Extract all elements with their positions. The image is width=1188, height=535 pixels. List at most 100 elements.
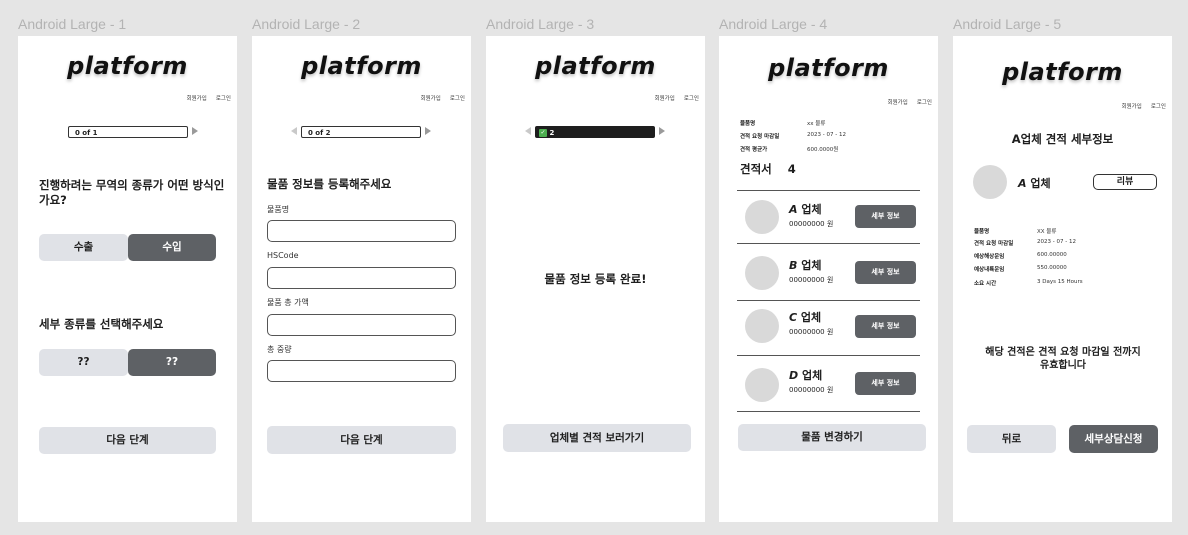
info-key: 물품명	[974, 229, 990, 235]
screen-item-info: platform 회원가입 로그인 0 of 2 물품 정보를 등록해주세요 물품…	[252, 36, 471, 522]
divider	[737, 355, 920, 356]
item-info-heading: 물품 정보를 등록해주세요	[267, 177, 392, 191]
detail-button[interactable]: 세부 정보	[855, 261, 916, 284]
progress-step: 2	[549, 129, 555, 137]
info-value: 550.00000	[1037, 265, 1067, 271]
info-value: 2023 - 07 - 12	[807, 132, 846, 138]
view-quotes-button[interactable]: 업체별 견적 보러가기	[503, 424, 691, 452]
logo: platform	[535, 52, 656, 80]
subtype-option-2[interactable]: ??	[128, 349, 216, 376]
next-arrow-icon[interactable]	[425, 127, 431, 135]
frame-label-2: Android Large - 2	[252, 16, 361, 32]
info-value: 2023 - 07 - 12	[1037, 239, 1076, 245]
vendor-price: 00000000 원	[789, 386, 834, 394]
item-name-input[interactable]	[267, 220, 456, 242]
quotes-count: 4	[787, 162, 796, 176]
info-value: XX 물류	[1037, 229, 1057, 235]
vendor-avatar	[745, 368, 779, 402]
question-subtype: 세부 종류를 선택해주세요	[39, 317, 164, 331]
vendor-avatar	[745, 256, 779, 290]
vendor-name: C 업체	[789, 311, 822, 324]
next-step-button[interactable]: 다음 단계	[267, 426, 456, 454]
logo: platform	[768, 54, 889, 82]
auth-links: 회원가입 로그인	[178, 94, 231, 102]
detail-title: A업체 견적 세부정보	[1011, 132, 1114, 146]
subtype-option-1[interactable]: ??	[39, 349, 128, 376]
quotes-header: 견적서 4	[740, 162, 840, 177]
info-key: 견적 평균가	[740, 147, 768, 153]
total-value-input[interactable]	[267, 314, 456, 336]
vendor-name: A 업체	[789, 203, 822, 216]
vendor-price: 00000000 원	[789, 328, 834, 336]
next-arrow-icon[interactable]	[659, 127, 665, 135]
progress-indicator: 0 of 2	[301, 126, 421, 138]
auth-links: 회원가입 로그인	[412, 94, 465, 102]
field-label-total-value: 물품 총 가액	[267, 298, 309, 307]
export-button[interactable]: 수출	[39, 234, 128, 261]
progress-pager: ✓ 2	[525, 126, 675, 140]
info-key: 예상해상운임	[974, 254, 1005, 260]
vendor-name: B 업체	[789, 259, 822, 272]
frame-label-3: Android Large - 3	[486, 16, 595, 32]
vendor-avatar	[745, 309, 779, 343]
screen-trade-type: platform 회원가입 로그인 0 of 1 진행하려는 무역의 종류가 어떤…	[18, 36, 237, 522]
login-link[interactable]: 로그인	[917, 100, 932, 106]
auth-links: 회원가입 로그인	[879, 98, 932, 106]
consult-request-button[interactable]: 세부상담신청	[1069, 425, 1158, 453]
import-button[interactable]: 수입	[128, 234, 216, 261]
total-weight-input[interactable]	[267, 360, 456, 382]
detail-button[interactable]: 세부 정보	[855, 315, 916, 338]
logo: platform	[67, 52, 188, 80]
frame-label-4: Android Large - 4	[719, 16, 828, 32]
info-value: xx 물류	[807, 121, 826, 127]
vendor-price: 00000000 원	[789, 276, 834, 284]
login-link[interactable]: 로그인	[450, 96, 465, 102]
hscode-input[interactable]	[267, 267, 456, 289]
progress-indicator: ✓ 2	[535, 126, 655, 138]
divider	[737, 190, 920, 191]
review-button[interactable]: 리뷰	[1093, 174, 1157, 190]
prev-arrow-icon[interactable]	[525, 127, 531, 135]
progress-indicator: 0 of 1	[68, 126, 188, 138]
check-icon: ✓	[539, 129, 547, 137]
validity-notice: 해당 견적은 견적 요청 마감일 전까지 유효합니다	[985, 347, 1141, 371]
screen-quote-detail: platform 회원가입 로그인 A업체 견적 세부정보 A 업체 리뷰 물품명…	[953, 36, 1172, 522]
info-key: 물품명	[740, 121, 756, 127]
signup-link[interactable]: 회원가입	[187, 96, 207, 102]
logo: platform	[301, 52, 422, 80]
info-key: 소요 시간	[974, 281, 997, 287]
signup-link[interactable]: 회원가입	[888, 100, 908, 106]
auth-links: 회원가입 로그인	[646, 94, 699, 102]
info-value: 3 Days 15 Hours	[1037, 279, 1083, 285]
progress-pager: 0 of 2	[291, 126, 441, 140]
logo: platform	[1002, 58, 1123, 86]
vendor-avatar	[973, 165, 1007, 199]
completion-message: 물품 정보 등록 완료!	[544, 272, 647, 286]
field-label-hscode: HSCode	[267, 251, 299, 260]
info-key: 견적 요청 마감일	[740, 134, 780, 140]
detail-button[interactable]: 세부 정보	[855, 372, 916, 395]
progress-pager: 0 of 1	[68, 126, 208, 140]
info-value: 600.0000원	[807, 147, 839, 153]
frame-label-5: Android Large - 5	[953, 16, 1062, 32]
next-step-button[interactable]: 다음 단계	[39, 427, 216, 454]
info-value: 600.00000	[1037, 252, 1067, 258]
screen-quote-list: platform 회원가입 로그인 물품명 xx 물류 견적 요청 마감일 202…	[719, 36, 938, 522]
vendor-name: D 업체	[789, 369, 823, 382]
detail-button[interactable]: 세부 정보	[855, 205, 916, 228]
prev-arrow-icon[interactable]	[291, 127, 297, 135]
auth-links: 회원가입 로그인	[1113, 102, 1166, 110]
vendor-card: A 업체 00000000 원 세부 정보	[737, 190, 920, 246]
back-button[interactable]: 뒤로	[967, 425, 1056, 453]
divider	[737, 243, 920, 244]
login-link[interactable]: 로그인	[684, 96, 699, 102]
signup-link[interactable]: 회원가입	[1122, 104, 1142, 110]
signup-link[interactable]: 회원가입	[421, 96, 441, 102]
next-arrow-icon[interactable]	[192, 127, 198, 135]
login-link[interactable]: 로그인	[1151, 104, 1166, 110]
change-item-button[interactable]: 물품 변경하기	[738, 424, 926, 451]
signup-link[interactable]: 회원가입	[655, 96, 675, 102]
login-link[interactable]: 로그인	[216, 96, 231, 102]
field-label-weight: 총 중량	[267, 345, 292, 354]
quotes-label: 견적서	[740, 162, 772, 176]
